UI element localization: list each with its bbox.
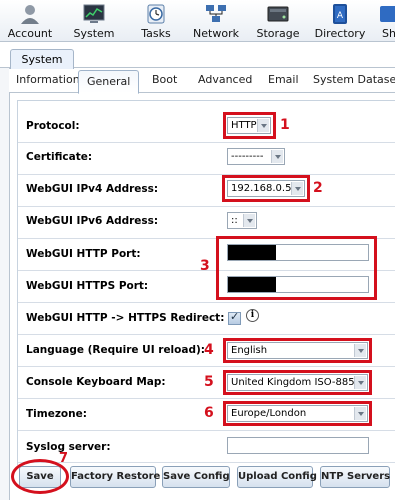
- tab-system[interactable]: System: [10, 49, 74, 69]
- protocol-label: Protocol:: [26, 120, 80, 132]
- storage-icon: [267, 6, 289, 22]
- factory-restore-button[interactable]: Factory Restore: [70, 466, 160, 488]
- annotation-number-3: 3: [200, 258, 210, 274]
- syslog-label: Syslog server:: [26, 441, 111, 453]
- toolbar-account[interactable]: Account: [6, 0, 54, 42]
- timezone-label: Timezone:: [26, 408, 87, 420]
- protocol-row: Protocol:: [18, 110, 395, 143]
- certificate-row: Certificate:: [18, 143, 395, 175]
- ipv6-select[interactable]: ::: [227, 212, 257, 229]
- annotation-box-3: [216, 236, 377, 300]
- language-label: Language (Require UI reload):: [26, 344, 205, 356]
- keyboard-label: Console Keyboard Map:: [26, 376, 166, 388]
- annotation-box-4: [223, 338, 372, 363]
- tab-advanced[interactable]: Advanced: [198, 73, 252, 86]
- http-port-label: WebGUI HTTP Port:: [26, 248, 141, 260]
- annotation-number-6: 6: [204, 405, 214, 421]
- toolbar-label: System: [73, 27, 115, 40]
- toolbar-label: Account: [7, 27, 53, 40]
- save-config-button[interactable]: Save Config: [162, 466, 230, 488]
- annotation-number-4: 4: [204, 342, 214, 358]
- annotation-number-5: 5: [204, 374, 214, 390]
- tab-system-dataset[interactable]: System Dataset: [313, 73, 395, 86]
- annotation-circle-7: [11, 459, 69, 494]
- toolbar-label: Storage: [256, 27, 300, 40]
- annotation-box-6: [223, 401, 372, 426]
- chevron-down-icon: [243, 214, 255, 227]
- toolbar-network[interactable]: Network: [192, 0, 240, 42]
- ipv6-value: ::: [231, 215, 238, 226]
- toolbar-label: Tasks: [141, 27, 171, 40]
- annotation-number-2: 2: [313, 180, 323, 196]
- tab-general[interactable]: General: [78, 70, 140, 94]
- tab-information[interactable]: Information: [16, 73, 80, 86]
- sharing-icon: [380, 6, 395, 22]
- annotation-number-1: 1: [280, 117, 290, 133]
- system-icon: [83, 4, 105, 23]
- tasks-icon: [147, 4, 165, 24]
- annotation-box-5: [223, 370, 372, 395]
- toolbar-directory[interactable]: A Directory: [314, 0, 366, 42]
- directory-icon: A: [333, 4, 347, 24]
- syslog-input[interactable]: [227, 437, 369, 454]
- toolbar-system[interactable]: System: [70, 0, 118, 42]
- redirect-checkbox[interactable]: [228, 310, 241, 325]
- annotation-box-2: [222, 175, 310, 202]
- ntp-servers-button[interactable]: NTP Servers: [320, 466, 390, 488]
- certificate-value: ---------: [231, 151, 264, 162]
- certificate-label: Certificate:: [26, 151, 93, 163]
- info-icon[interactable]: i: [246, 309, 259, 322]
- certificate-select[interactable]: ---------: [227, 148, 285, 165]
- annotation-box-1: [223, 112, 276, 139]
- toolbar-label: Sh: [382, 27, 395, 40]
- toolbar-label: Network: [193, 27, 239, 40]
- https-port-label: WebGUI HTTPS Port:: [26, 280, 149, 292]
- redirect-row: WebGUI HTTP -> HTTPS Redirect:: [18, 303, 395, 335]
- chevron-down-icon: [271, 150, 283, 163]
- toolbar-sharing[interactable]: Sh: [376, 0, 395, 42]
- ipv4-row: WebGUI IPv4 Address:: [18, 175, 395, 207]
- toolbar-storage[interactable]: Storage: [254, 0, 302, 42]
- upload-config-button[interactable]: Upload Config: [237, 466, 317, 488]
- ipv6-row: WebGUI IPv6 Address:: [18, 207, 395, 239]
- redirect-label: WebGUI HTTP -> HTTPS Redirect:: [26, 312, 225, 324]
- toolbar-label: Directory: [314, 27, 366, 40]
- tab-email[interactable]: Email: [268, 73, 299, 86]
- toolbar-tasks[interactable]: Tasks: [134, 0, 178, 42]
- top-toolbar: Account System Tasks Network Storage A D…: [0, 0, 395, 42]
- tab-boot[interactable]: Boot: [152, 73, 177, 86]
- left-gutter: [0, 68, 9, 500]
- svg-text:A: A: [337, 11, 344, 21]
- ipv6-label: WebGUI IPv6 Address:: [26, 215, 159, 227]
- ipv4-label: WebGUI IPv4 Address:: [26, 183, 159, 195]
- network-icon: [206, 5, 226, 22]
- account-icon: [21, 5, 39, 24]
